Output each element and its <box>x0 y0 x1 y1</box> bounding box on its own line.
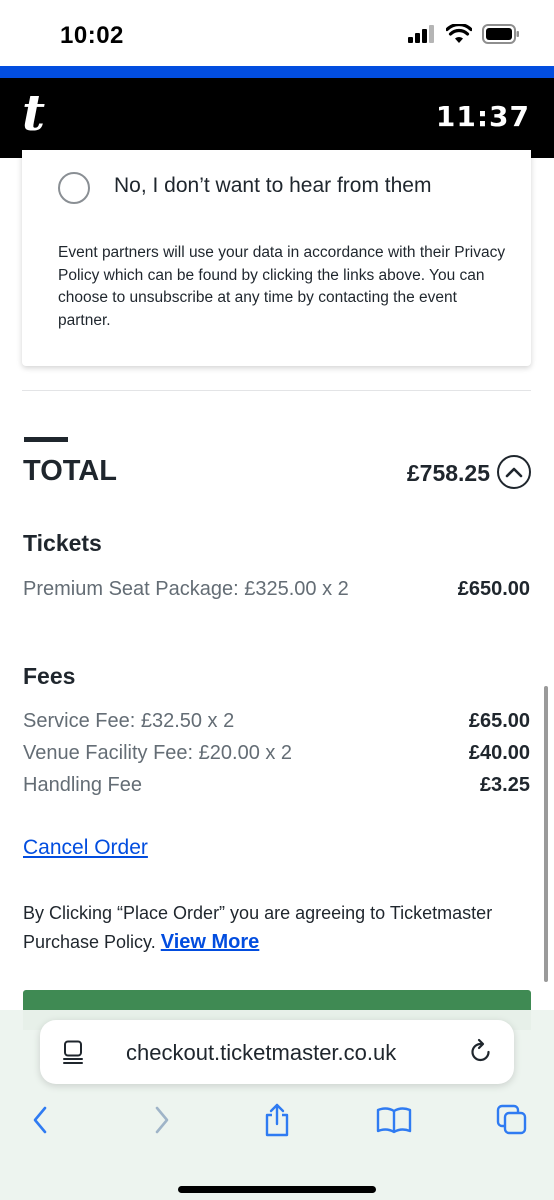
service-fee-amount: £65.00 <box>468 710 530 732</box>
battery-icon <box>482 24 519 44</box>
brand-stripe <box>0 66 554 78</box>
total-label: TOTAL <box>23 455 117 487</box>
url-text[interactable]: checkout.ticketmaster.co.uk <box>126 1040 396 1066</box>
marketing-consent-card: No, I don’t want to hear from them Event… <box>22 150 531 366</box>
total-accent-bar <box>24 437 68 442</box>
total-collapse-button[interactable] <box>497 455 531 489</box>
view-more-link[interactable]: View More <box>161 931 260 953</box>
no-consent-label[interactable]: No, I don’t want to hear from them <box>114 174 431 198</box>
safari-toolbar: checkout.ticketmaster.co.uk <box>0 1010 554 1200</box>
handling-fee-label: Handling Fee <box>23 774 142 796</box>
no-consent-radio[interactable] <box>58 172 90 204</box>
purchase-policy-text: By Clicking “Place Order” you are agreei… <box>23 899 493 957</box>
chevron-left-icon <box>33 1106 47 1134</box>
forward-button[interactable] <box>140 1098 184 1142</box>
book-icon <box>376 1107 412 1134</box>
chevron-up-icon <box>505 467 523 478</box>
cancel-order-link[interactable]: Cancel Order <box>23 836 148 860</box>
cellular-signal-icon <box>408 25 434 43</box>
home-indicator <box>178 1186 376 1193</box>
tabs-icon <box>496 1104 527 1135</box>
tabs-button[interactable] <box>490 1098 534 1142</box>
section-divider <box>22 390 531 391</box>
consent-note: Event partners will use your data in acc… <box>58 244 506 329</box>
chevron-right-icon <box>155 1106 169 1134</box>
share-button[interactable] <box>255 1098 299 1142</box>
share-icon <box>265 1103 289 1137</box>
service-fee-label: Service Fee: £32.50 x 2 <box>23 710 235 732</box>
checkout-timer: 11:37 <box>435 100 530 133</box>
back-button[interactable] <box>18 1098 62 1142</box>
site-header: t 11:37 <box>0 78 554 158</box>
page-scrollbar[interactable] <box>544 686 548 982</box>
venue-fee-amount: £40.00 <box>468 742 530 764</box>
status-time: 10:02 <box>60 22 124 49</box>
handling-fee-amount: £3.25 <box>479 774 530 796</box>
page-menu-icon[interactable] <box>62 1040 84 1064</box>
total-amount: £758.25 <box>406 460 490 486</box>
browser-nav-row <box>0 1098 554 1142</box>
ticket-line-label: Premium Seat Package: £325.00 x 2 <box>23 578 349 600</box>
status-bar: 10:02 <box>0 0 554 66</box>
status-icons <box>408 24 520 44</box>
address-bar[interactable]: checkout.ticketmaster.co.uk <box>40 1020 514 1084</box>
ticketmaster-logo[interactable]: t <box>22 88 45 138</box>
fees-title: Fees <box>23 663 76 689</box>
tickets-title: Tickets <box>23 530 102 556</box>
venue-fee-label: Venue Facility Fee: £20.00 x 2 <box>23 742 293 764</box>
reload-icon[interactable] <box>468 1038 494 1066</box>
ticket-line-amount: £650.00 <box>457 578 530 600</box>
wifi-icon <box>446 24 472 43</box>
bookmarks-button[interactable] <box>372 1098 416 1142</box>
